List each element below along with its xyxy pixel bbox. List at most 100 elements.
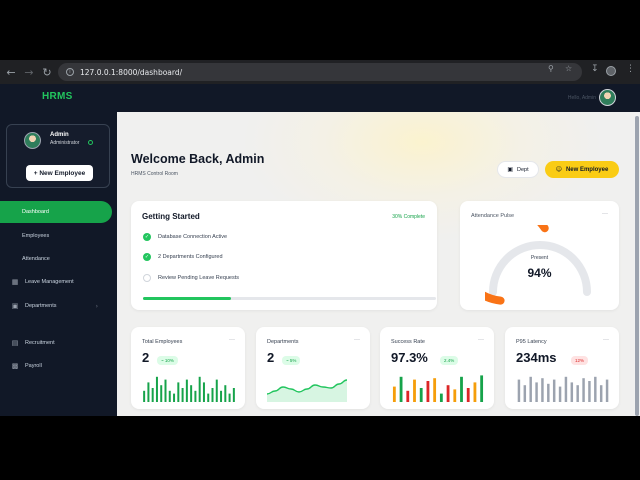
getting-started-card: Getting Started 30% Complete ✓ Database … bbox=[131, 201, 437, 310]
card-title: Attendance Pulse bbox=[471, 213, 515, 219]
scrollbar[interactable] bbox=[634, 112, 640, 416]
sidebar-item-leave-management[interactable]: ▦ Leave Management bbox=[0, 271, 112, 293]
forward-icon[interactable]: → bbox=[20, 63, 38, 81]
completion-text: 30% Complete bbox=[392, 214, 425, 220]
site-info-icon[interactable]: i bbox=[66, 68, 74, 76]
dashboard-icon bbox=[12, 208, 16, 216]
sparkline-bar bbox=[399, 376, 403, 402]
profile-role: Administrator bbox=[50, 140, 80, 146]
sidebar-item-departments[interactable]: ▣ Departments › bbox=[0, 295, 112, 317]
back-icon[interactable]: ← bbox=[2, 63, 20, 81]
progress-track bbox=[143, 297, 436, 300]
sidebar: Admin Administrator + New Employee Dashb… bbox=[0, 112, 117, 416]
sidebar-item-label: Dashboard bbox=[22, 209, 49, 215]
sparkline-bar bbox=[439, 393, 443, 402]
sparkline-bar bbox=[523, 385, 527, 402]
address-bar[interactable]: i 127.0.0.1:8000/dashboard/ bbox=[58, 63, 582, 81]
bookmark-star-icon[interactable]: ☆ bbox=[565, 64, 572, 73]
stat-value: 234ms bbox=[516, 350, 557, 365]
more-options-icon[interactable]: ··· bbox=[602, 211, 608, 217]
sparkline-bar bbox=[413, 379, 416, 402]
stat-card-p95-latency: P95 Latency ··· 234ms 12% bbox=[505, 327, 619, 409]
dept-button[interactable]: ▣ Dept bbox=[497, 161, 539, 178]
brand-logo[interactable]: HRMS bbox=[42, 91, 73, 102]
sparkline-bar bbox=[164, 379, 167, 402]
sparkline-bar bbox=[173, 393, 176, 402]
stat-badge: ~ 10% bbox=[157, 356, 178, 365]
sparkline-bar bbox=[558, 386, 562, 402]
sparkline-area bbox=[267, 380, 347, 402]
scrollbar-thumb[interactable] bbox=[635, 116, 639, 416]
profile-name: Admin bbox=[50, 132, 69, 138]
new-employee-button[interactable]: + New Employee bbox=[26, 165, 93, 181]
sparkline-bar bbox=[185, 379, 188, 402]
sparkline-bar bbox=[147, 382, 150, 402]
sparkline-bar bbox=[168, 390, 171, 402]
progress-fill bbox=[143, 297, 231, 300]
attendance-gauge bbox=[485, 225, 591, 305]
screen-frame: ← → ↻ i 127.0.0.1:8000/dashboard/ ⚲ ☆ ↧ … bbox=[0, 0, 640, 480]
app: HRMS Hello, Admin Admin Administrator + … bbox=[0, 84, 640, 416]
stat-title: Departments bbox=[267, 339, 299, 345]
gauge-value: 94% bbox=[527, 266, 552, 280]
sparkline-bar bbox=[215, 379, 218, 402]
stat-value: 2 bbox=[142, 350, 150, 365]
sparkline-bar bbox=[160, 385, 163, 402]
sparkline-bar bbox=[480, 375, 484, 402]
employees-icon bbox=[12, 232, 16, 240]
new-employee-header-button[interactable]: ☺ New Employee bbox=[545, 161, 619, 178]
attendance-icon bbox=[12, 255, 16, 263]
download-icon[interactable]: ↧ bbox=[591, 64, 599, 74]
money-icon: ▩ bbox=[11, 362, 19, 370]
briefcase-icon: ▤ bbox=[11, 339, 19, 347]
dept-button-label: Dept bbox=[517, 166, 529, 173]
checklist-item: ✓ 2 Departments Configured bbox=[143, 252, 223, 262]
sparkline-bar bbox=[211, 388, 214, 402]
sparkline-bar bbox=[594, 376, 597, 402]
more-options-icon[interactable]: ··· bbox=[603, 337, 609, 343]
stat-badge: ~ 5% bbox=[282, 356, 301, 365]
sparkline-bar bbox=[406, 390, 410, 402]
sparkline-bar bbox=[599, 385, 603, 402]
sidebar-item-label: Leave Management bbox=[25, 279, 74, 285]
checklist-item: ✓ Database Connection Active bbox=[143, 232, 227, 242]
reload-icon[interactable]: ↻ bbox=[38, 63, 56, 81]
sparkline-bar bbox=[446, 385, 450, 402]
sparkline-bar bbox=[426, 381, 430, 402]
sparkline-bar bbox=[453, 389, 457, 402]
sparkline-bar bbox=[564, 376, 568, 402]
checklist-item[interactable]: Review Pending Leave Requests bbox=[143, 273, 239, 283]
sparkline-bar bbox=[570, 382, 574, 402]
sidebar-item-payroll[interactable]: ▩ Payroll bbox=[0, 355, 112, 377]
sparkline-bar bbox=[190, 385, 193, 402]
sparkline-bar bbox=[202, 382, 205, 402]
sparkline-bar bbox=[177, 382, 180, 402]
sparkline-bar bbox=[220, 390, 223, 402]
more-options-icon[interactable]: ··· bbox=[478, 337, 484, 343]
sparkline-bar bbox=[151, 388, 154, 402]
sparkline-bar bbox=[466, 388, 470, 402]
profile-icon[interactable] bbox=[606, 66, 616, 76]
sparkline-bar bbox=[232, 388, 235, 402]
stat-value: 2 bbox=[267, 350, 275, 365]
check-icon: ✓ bbox=[143, 233, 151, 241]
sidebar-item-dashboard[interactable]: Dashboard bbox=[0, 201, 112, 223]
profile-card: Admin Administrator + New Employee bbox=[6, 124, 110, 188]
stat-title: Total Employees bbox=[142, 339, 183, 345]
sparkline-bar bbox=[198, 376, 201, 402]
sparkline-bar bbox=[582, 378, 585, 402]
checklist-item-label: Database Connection Active bbox=[158, 234, 228, 240]
sidebar-item-attendance[interactable]: Attendance bbox=[0, 248, 112, 270]
sparkline-bar bbox=[473, 382, 477, 402]
more-options-icon[interactable]: ··· bbox=[354, 337, 360, 343]
sidebar-item-employees[interactable]: Employees bbox=[0, 225, 112, 247]
user-avatar[interactable] bbox=[599, 89, 616, 106]
avatar bbox=[24, 132, 41, 149]
more-options-icon[interactable]: ··· bbox=[229, 337, 235, 343]
stat-title: Success Rate bbox=[391, 339, 425, 345]
sparkline-bar bbox=[194, 390, 197, 402]
sparkline-bar bbox=[605, 379, 609, 402]
zoom-icon[interactable]: ⚲ bbox=[548, 64, 554, 73]
sidebar-item-recruitment[interactable]: ▤ Recruitment bbox=[0, 332, 112, 354]
menu-dots-icon[interactable]: ⋮ bbox=[626, 64, 635, 74]
